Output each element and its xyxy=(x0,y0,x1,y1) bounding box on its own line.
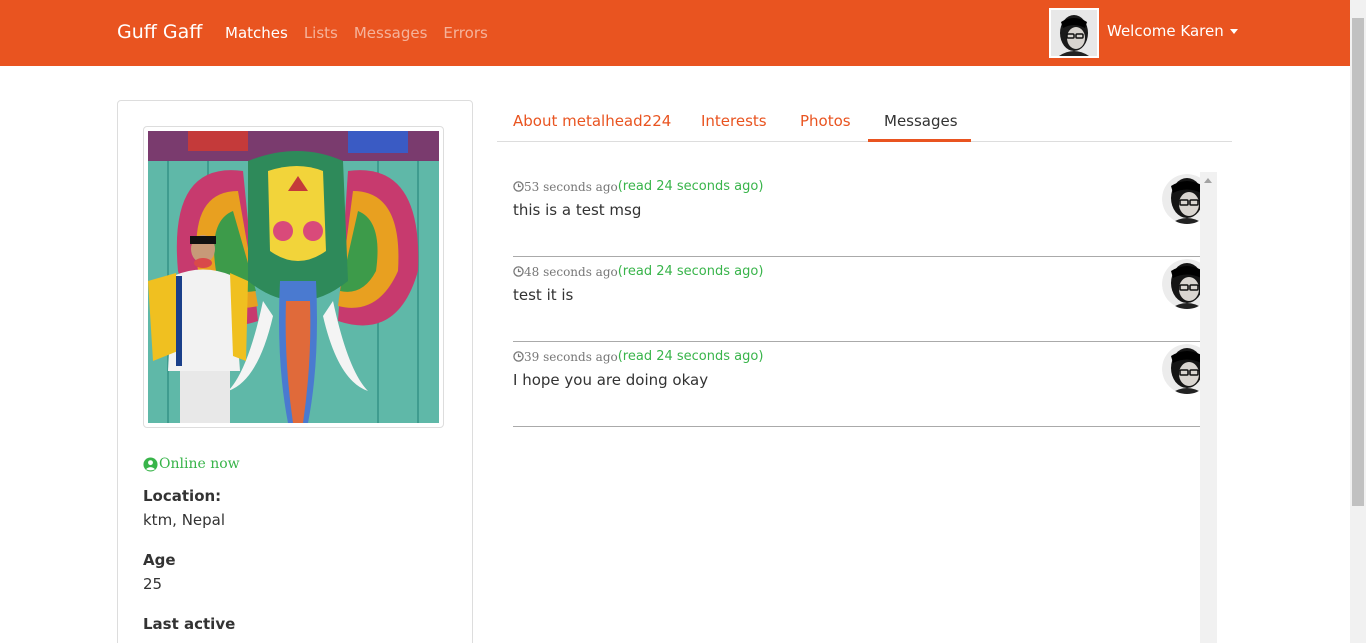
tab-messages[interactable]: Messages xyxy=(884,112,958,130)
nav-links: Matches Lists Messages Errors xyxy=(225,24,488,42)
message-meta: 39 seconds ago (read 24 seconds ago) xyxy=(513,349,763,364)
welcome-text: Welcome Karen xyxy=(1107,22,1224,40)
online-status-text: Online now xyxy=(159,456,240,472)
messages-scrollbar[interactable] xyxy=(1200,172,1217,643)
user-circle-icon xyxy=(143,456,158,472)
online-status: Online now xyxy=(143,456,240,472)
location-value: ktm, Nepal xyxy=(143,511,226,529)
message-time: 39 seconds ago xyxy=(524,349,618,364)
profile-photo xyxy=(148,131,439,423)
message-read-status: (read 24 seconds ago) xyxy=(617,179,764,194)
age-value: 25 xyxy=(143,575,163,593)
navbar: Guff Gaff Matches Lists Messages Errors … xyxy=(0,0,1350,66)
message-item: 48 seconds ago (read 24 seconds ago) test… xyxy=(513,257,1212,342)
tab-interests[interactable]: Interests xyxy=(701,112,767,130)
clock-icon xyxy=(513,266,524,277)
tab-photos[interactable]: Photos xyxy=(800,112,851,130)
message-meta: 48 seconds ago (read 24 seconds ago) xyxy=(513,264,763,279)
message-item: 39 seconds ago (read 24 seconds ago) I ho… xyxy=(513,342,1212,427)
nav-link-lists[interactable]: Lists xyxy=(304,24,338,42)
user-avatar-icon xyxy=(1049,8,1099,58)
page-scrollbar-thumb[interactable] xyxy=(1352,18,1364,506)
scroll-up-icon[interactable] xyxy=(1204,178,1212,183)
message-time: 48 seconds ago xyxy=(524,264,618,279)
nav-link-errors[interactable]: Errors xyxy=(443,24,487,42)
message-meta: 53 seconds ago (read 24 seconds ago) xyxy=(513,179,763,194)
message-time: 53 seconds ago xyxy=(524,179,618,194)
message-text: I hope you are doing okay xyxy=(513,371,709,389)
active-tab-indicator xyxy=(868,139,971,142)
message-text: test it is xyxy=(513,286,574,304)
caret-down-icon xyxy=(1229,29,1238,34)
user-menu-dropdown[interactable]: Welcome Karen xyxy=(1107,22,1238,40)
clock-icon xyxy=(513,181,524,192)
brand-link[interactable]: Guff Gaff xyxy=(117,21,202,43)
message-read-status: (read 24 seconds ago) xyxy=(617,264,764,279)
profile-tabs: About metalhead224 Interests Photos Mess… xyxy=(497,100,1232,142)
profile-card: Online now Location: ktm, Nepal Age 25 L… xyxy=(117,100,473,643)
last-active-label: Last active xyxy=(143,615,236,633)
clock-icon xyxy=(513,351,524,362)
profile-photo-frame xyxy=(143,126,444,428)
nav-link-messages[interactable]: Messages xyxy=(354,24,428,42)
location-label: Location: xyxy=(143,487,222,505)
nav-link-matches[interactable]: Matches xyxy=(225,24,288,42)
message-read-status: (read 24 seconds ago) xyxy=(617,349,764,364)
age-label: Age xyxy=(143,551,176,569)
message-item: 53 seconds ago (read 24 seconds ago) this… xyxy=(513,172,1212,257)
message-text: this is a test msg xyxy=(513,201,642,219)
tab-about[interactable]: About metalhead224 xyxy=(513,112,671,130)
page-scrollbar[interactable] xyxy=(1350,0,1366,643)
